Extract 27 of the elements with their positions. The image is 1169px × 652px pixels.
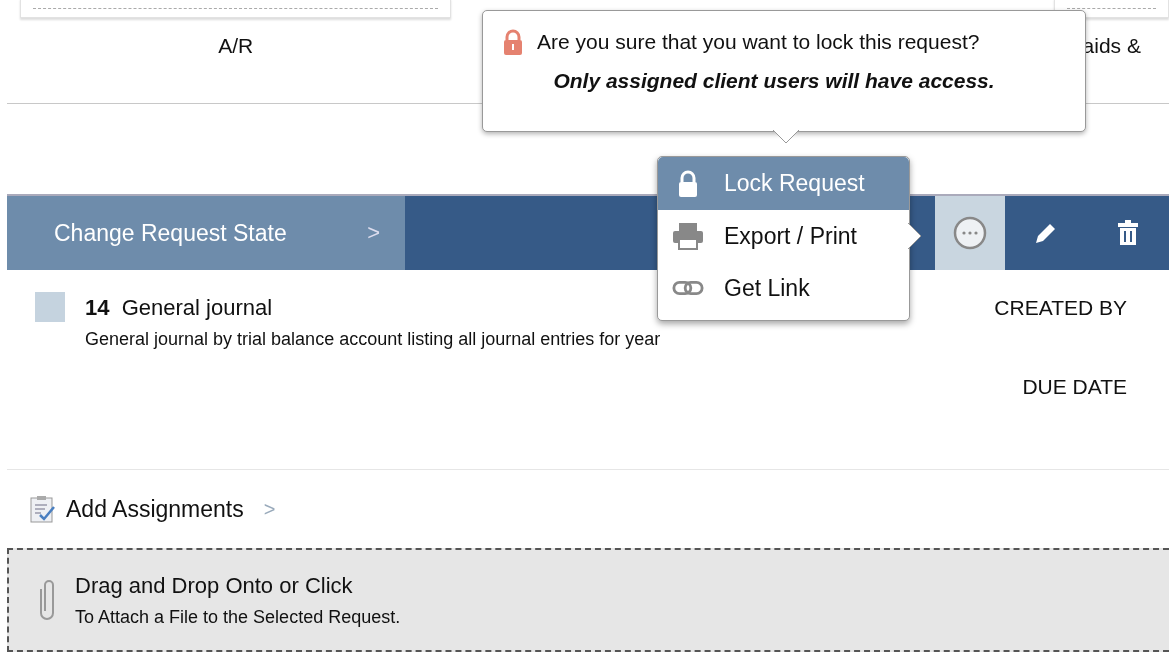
- card-label: A/R: [218, 34, 254, 58]
- select-checkbox[interactable]: [35, 292, 65, 322]
- confirm-question: Are you sure that you want to lock this request?: [537, 30, 980, 54]
- menu-item[interactable]: Get Link: [658, 262, 909, 314]
- summary-card[interactable]: [20, 0, 452, 18]
- more-button[interactable]: [935, 196, 1005, 270]
- due-date-label: DUE DATE: [1022, 375, 1127, 399]
- created-by-label: CREATED BY: [994, 296, 1127, 320]
- lock-icon: [678, 169, 698, 198]
- link-icon: [672, 280, 704, 296]
- file-drop-zone[interactable]: Drag and Drop Onto or Click To Attach a File to the Selected Request.: [7, 548, 1169, 652]
- request-title: 14 General journal: [85, 295, 274, 321]
- confirm-note: Only assigned client users will have access.: [553, 69, 995, 93]
- clipboard-check-icon: [30, 495, 56, 523]
- printer-icon: [672, 222, 704, 250]
- change-state-button[interactable]: Change Request State >: [7, 196, 405, 270]
- drop-title: Drag and Drop Onto or Click: [75, 572, 354, 599]
- more-icon: [953, 216, 987, 250]
- menu-item[interactable]: Lock Request: [658, 157, 909, 210]
- chevron-text: >: [263, 497, 276, 521]
- pencil-icon: [1034, 221, 1058, 245]
- request-description: General journal by trial balance account listing all journal entries for year: [85, 329, 662, 350]
- paperclip-icon: [37, 577, 57, 623]
- drop-subtitle: To Attach a File to the Selected Request.: [75, 606, 401, 628]
- trash-icon: [1117, 220, 1139, 246]
- lock-icon: [503, 29, 523, 55]
- add-assignments-link[interactable]: Add Assignments: [66, 495, 244, 523]
